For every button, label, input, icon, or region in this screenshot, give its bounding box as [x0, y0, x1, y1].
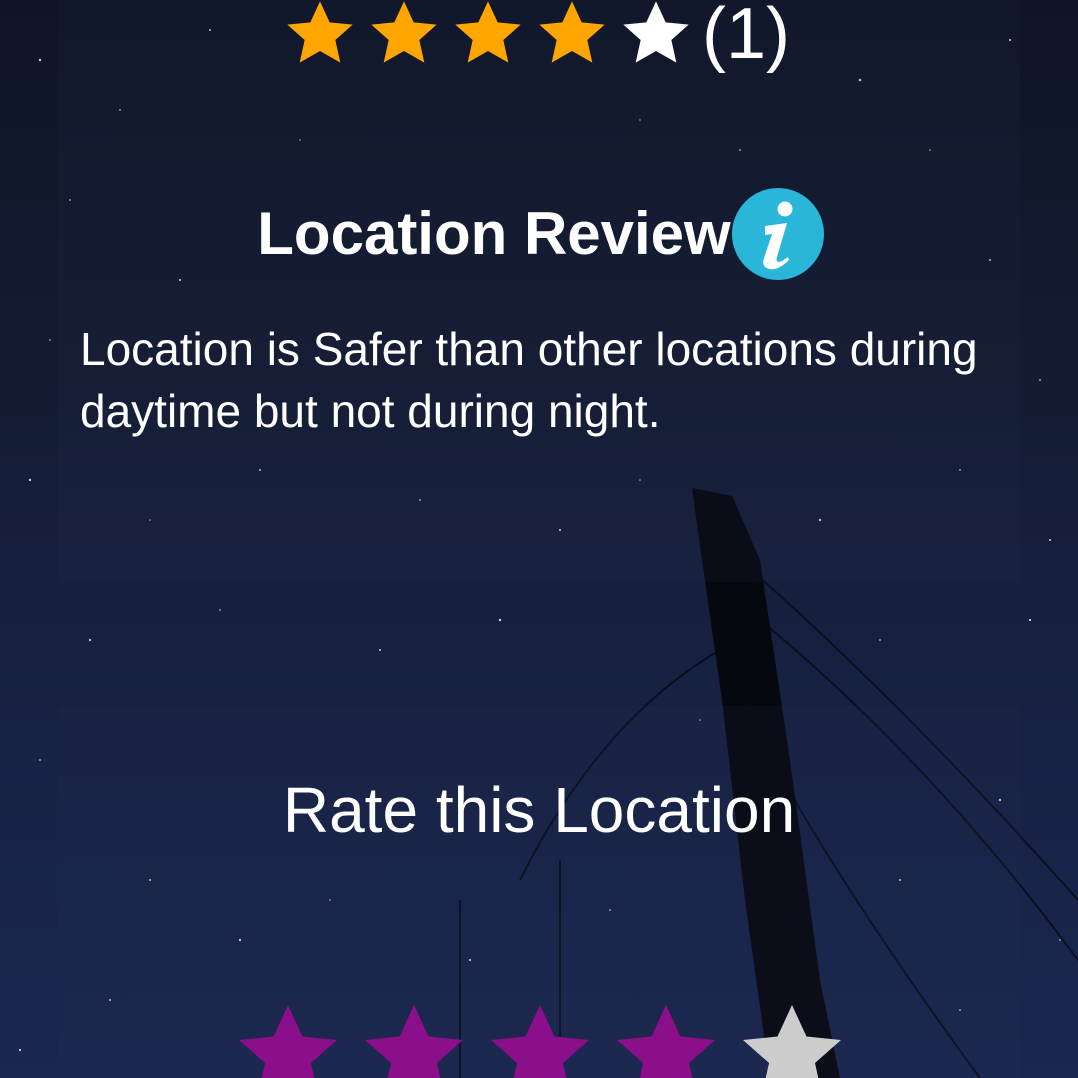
location-details-screen: (1) Location Review Location is Safer th… [0, 0, 1078, 1078]
star-icon [448, 0, 528, 74]
rate-star-1[interactable] [228, 994, 348, 1078]
rate-stars[interactable] [228, 994, 858, 1078]
rate-star-3[interactable] [480, 994, 600, 1078]
rate-star-4[interactable] [606, 994, 726, 1078]
rate-star-5[interactable] [732, 994, 852, 1078]
review-text: Location is Safer than other locations d… [80, 323, 978, 437]
star-icon [280, 0, 360, 74]
review-header: Location Review [0, 186, 1078, 282]
rating-count: (1) [702, 0, 790, 74]
star-icon [616, 0, 696, 74]
rate-star-2[interactable] [354, 994, 474, 1078]
review-title: Location Review [257, 200, 731, 267]
star-icon [364, 0, 444, 74]
star-icon [532, 0, 612, 74]
info-icon[interactable] [731, 187, 825, 281]
average-rating: (1) [280, 0, 790, 74]
rate-title: Rate this Location [282, 774, 796, 846]
location-review-card [58, 0, 1020, 582]
